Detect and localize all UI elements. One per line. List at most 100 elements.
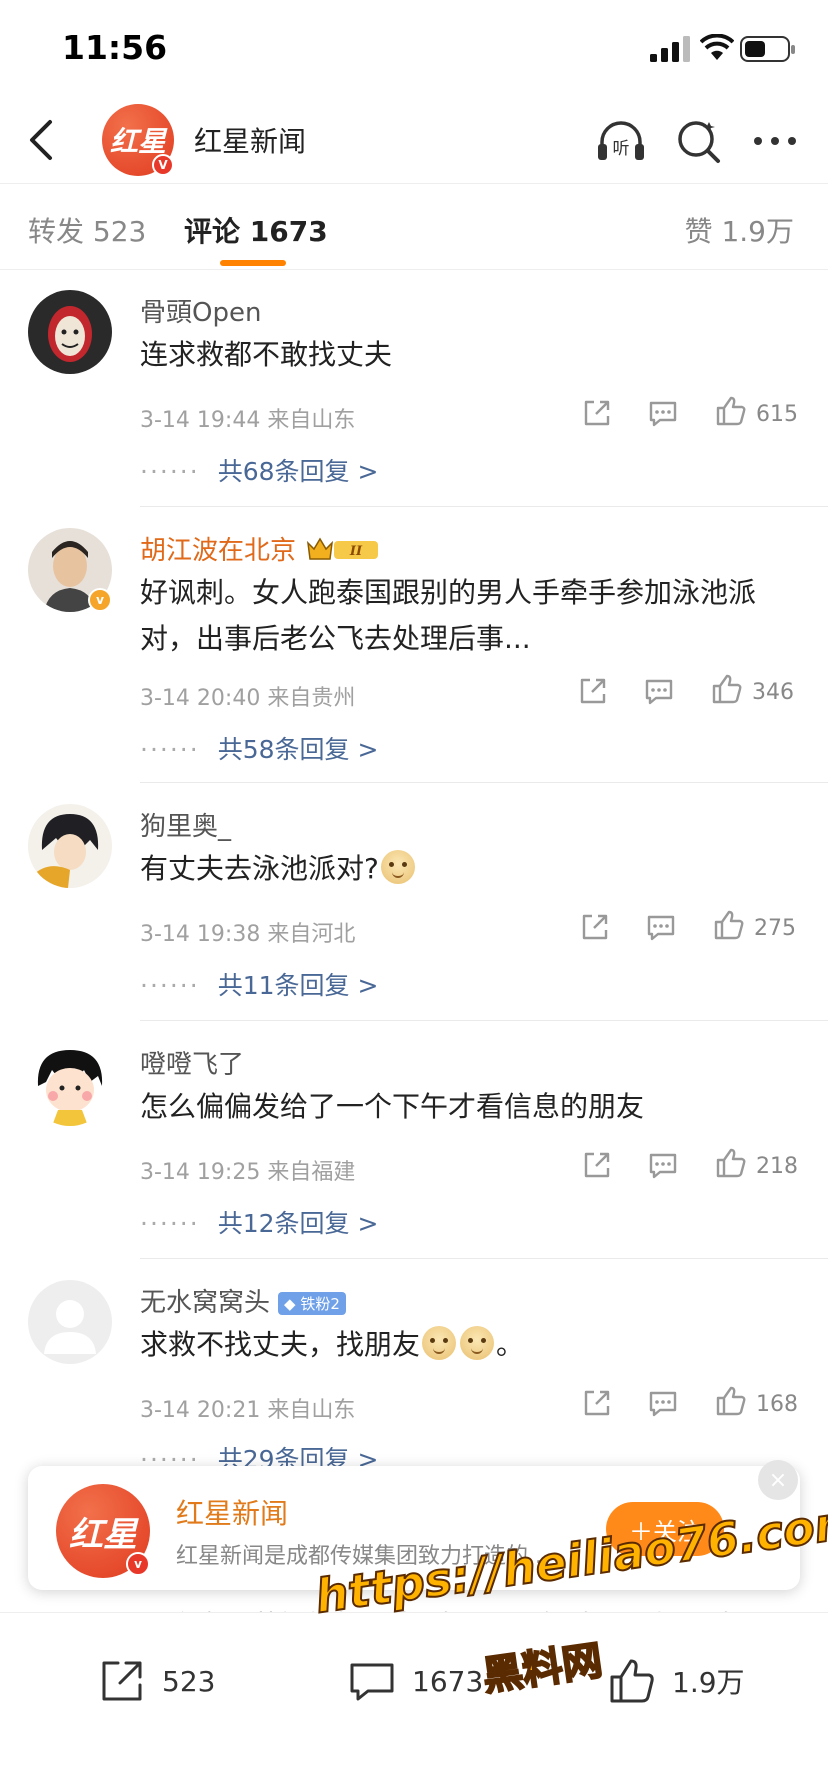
more-icon[interactable] xyxy=(748,116,802,166)
repost-button[interactable]: 523 xyxy=(96,1653,215,1709)
battery-icon xyxy=(740,36,795,62)
like-count: 615 xyxy=(756,402,798,427)
search-icon[interactable] xyxy=(672,116,726,166)
user-avatar[interactable] xyxy=(28,1042,112,1126)
like-icon[interactable] xyxy=(714,394,748,428)
username-text[interactable]: 无水窝窝头 xyxy=(140,1288,270,1318)
reply-link[interactable]: ······ 共68条回复 > xyxy=(140,452,378,488)
card-account-name[interactable]: 红星新闻 xyxy=(176,1492,288,1532)
tab-bar: 转发 523 评论 1673 赞 1.9万 xyxy=(0,184,828,270)
reply-dots: ······ xyxy=(140,457,200,486)
comment-text: 好讽刺。女人跑泰国跟别的男人手牵手参加泳池派对，出事后老公飞去处理后事... xyxy=(140,576,757,655)
comment-item: 噔噔飞了 怎么偏偏发给了一个下午才看信息的朋友 3-14 19:25 来自福建 … xyxy=(0,1022,828,1260)
comment-username[interactable]: 噔噔飞了 xyxy=(140,1044,244,1081)
reply-count[interactable]: 共58条回复 > xyxy=(218,735,379,764)
comment-username[interactable]: 胡江波在北京 II xyxy=(140,530,384,567)
tab-likes[interactable]: 赞 1.9万 xyxy=(685,210,794,250)
comment-meta: 3-14 19:44 来自山东 xyxy=(140,408,356,433)
comment-username[interactable]: 骨頭Open xyxy=(140,292,261,329)
listen-icon[interactable]: 听 xyxy=(594,116,648,166)
back-arrow-icon[interactable] xyxy=(20,110,64,170)
logo-text: 红星 xyxy=(69,1514,137,1555)
reply-link[interactable]: ······ 共58条回复 > xyxy=(140,730,378,766)
comment-meta: 3-14 20:40 来自贵州 xyxy=(140,686,356,711)
like-icon[interactable] xyxy=(710,672,744,706)
user-avatar[interactable] xyxy=(28,290,112,374)
share-icon[interactable] xyxy=(576,674,610,708)
reply-dots: ······ xyxy=(140,1209,200,1238)
reply-count[interactable]: 共29条回复 > xyxy=(218,1445,379,1466)
wifi-icon xyxy=(700,34,734,60)
comment-icon[interactable] xyxy=(644,910,678,944)
share-icon[interactable] xyxy=(580,396,614,430)
reply-count[interactable]: 共11条回复 > xyxy=(218,971,379,1000)
comment-item: v 胡江波在北京 II 好讽刺。女人跑泰国跟别的男人手牵手参加泳池派对，出事后老… xyxy=(0,508,828,784)
share-icon[interactable] xyxy=(578,910,612,944)
doge-emoji-icon xyxy=(422,1326,457,1360)
reply-link[interactable]: ······ 共29条回复 > xyxy=(140,1440,378,1466)
comment-meta: 3-14 20:21 来自山东 xyxy=(140,1398,356,1423)
reply-link[interactable]: ······ 共12条回复 > xyxy=(140,1204,378,1240)
watermark-site-name: 黑料网 xyxy=(479,1637,606,1701)
user-avatar[interactable] xyxy=(28,1280,112,1364)
tab-comments[interactable]: 评论 1673 xyxy=(184,210,328,250)
like-icon[interactable] xyxy=(714,1384,748,1418)
comment-text: 怎么偏偏发给了一个下午才看信息的朋友 xyxy=(140,1090,645,1123)
divider xyxy=(140,506,828,507)
verified-icon: V xyxy=(152,154,174,176)
like-count: 218 xyxy=(756,1154,798,1179)
share-icon[interactable] xyxy=(580,1386,614,1420)
like-count: 346 xyxy=(752,680,794,705)
divider xyxy=(140,782,828,783)
comment-item: 无水窝窝头 ◆ 铁粉2 求救不找丈夫，找朋友 。 3-14 20:21 来自山东 1… xyxy=(0,1260,828,1480)
comment-icon[interactable] xyxy=(642,674,676,708)
comment-text: 求救不找丈夫，找朋友 。 xyxy=(140,1322,800,1368)
divider xyxy=(140,1020,828,1021)
watermark: https://heiliao76.com 黑料网 xyxy=(311,1492,828,1710)
reply-count[interactable]: 共68条回复 > xyxy=(218,457,379,486)
doge-emoji-icon xyxy=(380,850,415,884)
doge-emoji-icon xyxy=(460,1326,495,1360)
comment-text-end: 。 xyxy=(496,1328,525,1361)
reply-link[interactable]: ······ 共11条回复 > xyxy=(140,966,378,1002)
status-time: 11:56 xyxy=(62,28,168,67)
like-icon[interactable] xyxy=(714,1146,748,1180)
divider xyxy=(140,1258,828,1259)
like-count: 275 xyxy=(754,916,796,941)
tab-repost[interactable]: 转发 523 xyxy=(28,210,146,250)
like-icon[interactable] xyxy=(712,908,746,942)
reply-dots: ······ xyxy=(140,971,200,1000)
username-text[interactable]: 胡江波在北京 xyxy=(140,536,296,566)
comment-text: 有丈夫去泳池派对? xyxy=(140,846,800,892)
comment-username[interactable]: 无水窝窝头 ◆ 铁粉2 xyxy=(140,1282,346,1319)
close-icon[interactable]: × xyxy=(758,1460,798,1500)
comment-icon[interactable] xyxy=(646,1386,680,1420)
verified-icon: v xyxy=(126,1552,150,1576)
cellular-signal-icon xyxy=(650,36,690,62)
reply-dots: ······ xyxy=(140,735,200,764)
comment-meta: 3-14 19:25 来自福建 xyxy=(140,1160,356,1185)
repost-count: 523 xyxy=(162,1664,216,1698)
comment-icon[interactable] xyxy=(646,1148,680,1182)
reply-dots: ······ xyxy=(140,1445,200,1466)
listen-label: 听 xyxy=(613,139,630,159)
account-name[interactable]: 红星新闻 xyxy=(194,120,306,160)
active-tab-indicator xyxy=(220,260,286,266)
share-icon[interactable] xyxy=(580,1148,614,1182)
reply-count[interactable]: 共12条回复 > xyxy=(218,1209,379,1238)
header-bar: 红星 V 红星新闻 听 xyxy=(0,96,828,184)
verified-icon: v xyxy=(88,588,112,612)
crown-badge-icon: II xyxy=(304,535,384,563)
user-avatar[interactable] xyxy=(28,804,112,888)
comment-username[interactable]: 狗里奥_ xyxy=(140,806,231,843)
comment-text-body: 求救不找丈夫，找朋友 xyxy=(140,1328,421,1361)
status-bar: 11:56 xyxy=(0,0,828,96)
comment-meta: 3-14 19:38 来自河北 xyxy=(140,922,356,947)
like-count: 168 xyxy=(756,1392,798,1417)
comment-item: 狗里奥_ 有丈夫去泳池派对? 3-14 19:38 来自河北 275 ·····… xyxy=(0,784,828,1022)
repost-icon xyxy=(102,1661,142,1701)
fan-badge: ◆ 铁粉2 xyxy=(278,1292,346,1315)
comment-text: 连求救都不敢找丈夫 xyxy=(140,338,393,371)
comment-item: 骨頭Open 连求救都不敢找丈夫 3-14 19:44 来自山东 615 ···… xyxy=(0,270,828,508)
comment-icon[interactable] xyxy=(646,396,680,430)
